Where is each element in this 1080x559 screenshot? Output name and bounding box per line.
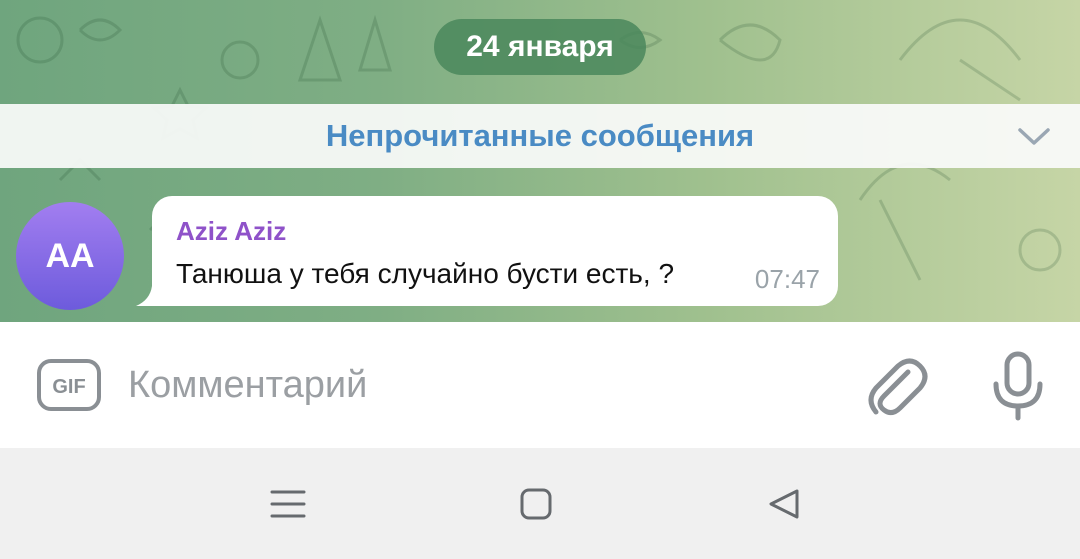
telegram-chat-screen: 24 января Непрочитанные сообщения AA Azi…	[0, 0, 1080, 559]
gif-icon[interactable]: GIF	[36, 358, 102, 412]
unread-messages-bar[interactable]: Непрочитанные сообщения	[0, 104, 1080, 168]
menu-button[interactable]	[258, 478, 318, 530]
message-bubble[interactable]: Aziz Aziz Танюша у тебя случайно бусти е…	[152, 196, 838, 306]
microphone-icon[interactable]	[988, 350, 1048, 422]
chevron-down-icon[interactable]	[1016, 124, 1052, 148]
home-square-icon	[520, 488, 552, 520]
message-text: Танюша у тебя случайно бусти есть, ?	[176, 258, 675, 289]
avatar[interactable]: AA	[16, 202, 124, 310]
back-triangle-icon	[769, 489, 799, 519]
sender-name[interactable]: Aziz Aziz	[176, 216, 286, 247]
back-button[interactable]	[754, 478, 814, 530]
paperclip-icon[interactable]	[862, 350, 930, 422]
home-button[interactable]	[506, 478, 566, 530]
system-navigation-bar	[0, 448, 1080, 559]
comment-input[interactable]	[128, 352, 818, 418]
svg-text:GIF: GIF	[52, 376, 85, 398]
comment-composer: GIF	[0, 322, 1080, 448]
menu-icon	[270, 490, 306, 518]
date-separator: 24 января	[434, 19, 646, 75]
unread-messages-label: Непрочитанные сообщения	[325, 118, 755, 153]
chat-background: 24 января Непрочитанные сообщения AA Azi…	[0, 0, 1080, 322]
avatar-initials: AA	[45, 236, 95, 275]
message-time: 07:47	[754, 264, 820, 294]
